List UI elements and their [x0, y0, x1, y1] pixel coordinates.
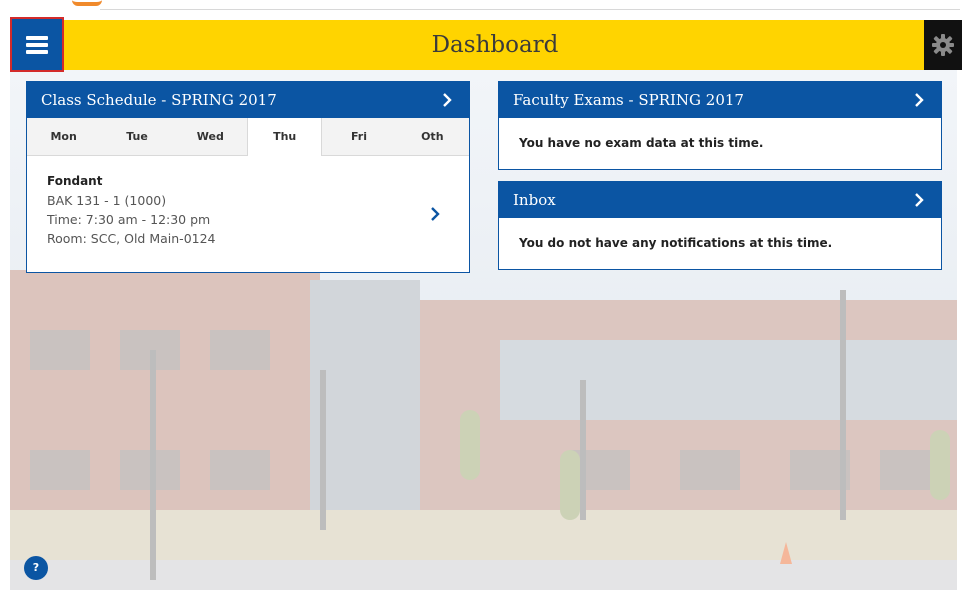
class-schedule-card: Class Schedule - SPRING 2017 Mon Tue Wed…: [26, 81, 470, 273]
tab-fri[interactable]: Fri: [322, 118, 395, 155]
settings-button[interactable]: [924, 20, 962, 70]
inbox-title: Inbox: [513, 191, 556, 209]
tab-thu[interactable]: Thu: [246, 118, 323, 156]
class-room: Room: SCC, Old Main-0124: [47, 231, 216, 246]
class-schedule-header[interactable]: Class Schedule - SPRING 2017: [27, 82, 469, 118]
chevron-right-icon: [915, 93, 924, 107]
day-tabs: Mon Tue Wed Thu Fri Oth: [27, 118, 469, 156]
gear-icon: [932, 34, 954, 56]
class-schedule-title: Class Schedule - SPRING 2017: [41, 91, 277, 109]
inbox-header[interactable]: Inbox: [499, 182, 941, 218]
tab-mon[interactable]: Mon: [27, 118, 100, 155]
faculty-exams-card: Faculty Exams - SPRING 2017 You have no …: [498, 81, 942, 170]
faculty-exams-header[interactable]: Faculty Exams - SPRING 2017: [499, 82, 941, 118]
top-divider: [100, 9, 960, 10]
chevron-right-icon: [443, 93, 452, 107]
class-list-item[interactable]: Fondant BAK 131 - 1 (1000) Time: 7:30 am…: [27, 156, 469, 273]
tab-oth[interactable]: Oth: [396, 118, 469, 155]
faculty-exams-message: You have no exam data at this time.: [519, 136, 764, 150]
chevron-right-icon: [915, 193, 924, 207]
chevron-right-icon: [431, 207, 440, 221]
menu-button[interactable]: [10, 17, 64, 72]
tab-tue[interactable]: Tue: [100, 118, 173, 155]
class-time: Time: 7:30 am - 12:30 pm: [47, 212, 211, 227]
top-strip: [0, 0, 962, 18]
class-code: BAK 131 - 1 (1000): [47, 193, 167, 208]
inbox-message: You do not have any notifications at thi…: [519, 236, 833, 250]
page-title: Dashboard: [431, 32, 559, 58]
hamburger-menu-icon: [26, 35, 48, 54]
inbox-card: Inbox You do not have any notifications …: [498, 181, 942, 270]
logo-fragment: [72, 0, 102, 6]
faculty-exams-title: Faculty Exams - SPRING 2017: [513, 91, 744, 109]
class-name: Fondant: [47, 174, 103, 188]
help-button[interactable]: ?: [24, 556, 48, 580]
tab-wed[interactable]: Wed: [174, 118, 247, 155]
